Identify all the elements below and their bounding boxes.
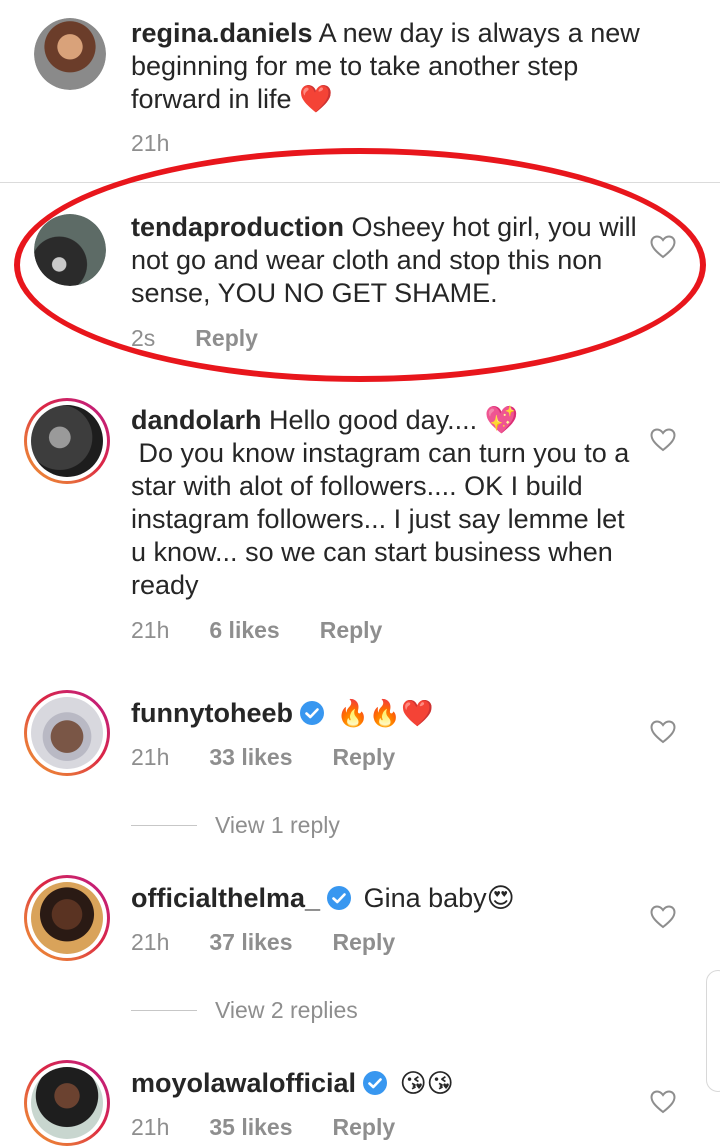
- view-replies-label[interactable]: View 1 reply: [215, 812, 340, 839]
- comment-meta: 21h 35 likes Reply: [131, 1114, 395, 1141]
- like-count[interactable]: 37 likes: [209, 929, 292, 956]
- comment-time: 21h: [131, 744, 170, 770]
- comment-meta: 21h 33 likes Reply: [131, 744, 395, 771]
- comment-username[interactable]: moyolawalofficial: [131, 1068, 356, 1098]
- comment-body: tendaproduction Osheey hot girl, you wil…: [131, 211, 641, 310]
- verified-badge-icon: [363, 1071, 388, 1095]
- view-replies-button[interactable]: View 2 replies: [131, 997, 358, 1024]
- view-replies-button[interactable]: View 1 reply: [131, 812, 340, 839]
- reply-button[interactable]: Reply: [333, 929, 396, 956]
- comment-time: 2s: [131, 325, 156, 351]
- comment-avatar[interactable]: [34, 214, 106, 286]
- comment-avatar[interactable]: [24, 398, 110, 484]
- comment-meta: 21h 37 likes Reply: [131, 929, 395, 956]
- view-replies-line: [131, 825, 197, 826]
- comment-text: Gina baby😍: [363, 883, 515, 913]
- caption-avatar[interactable]: [34, 18, 106, 90]
- view-replies-line: [131, 1010, 197, 1011]
- comment-time: 21h: [131, 1114, 170, 1140]
- like-count[interactable]: 35 likes: [209, 1114, 292, 1141]
- heart-outline-icon[interactable]: [650, 428, 676, 452]
- like-count[interactable]: 6 likes: [209, 617, 279, 644]
- comment-avatar[interactable]: [24, 690, 110, 776]
- view-replies-label[interactable]: View 2 replies: [215, 997, 358, 1024]
- comment-avatar[interactable]: [24, 875, 110, 961]
- caption-divider: [0, 182, 720, 183]
- heart-outline-icon[interactable]: [650, 720, 676, 744]
- comment-body: officialthelma_ Gina baby😍: [131, 882, 641, 915]
- comment-body: funnytoheeb 🔥🔥❤️: [131, 697, 641, 730]
- comment-username[interactable]: funnytoheeb: [131, 698, 293, 728]
- post-caption: regina.daniels A new day is always a new…: [0, 0, 720, 182]
- comment-text: 😘😘: [399, 1068, 454, 1098]
- comment-username[interactable]: dandolarh: [131, 405, 262, 435]
- comment-meta: 2s Reply: [131, 325, 258, 352]
- reply-button[interactable]: Reply: [333, 1114, 396, 1141]
- reply-button[interactable]: Reply: [333, 744, 396, 771]
- caption-username[interactable]: regina.daniels: [131, 18, 313, 48]
- like-count[interactable]: 33 likes: [209, 744, 292, 771]
- reply-button[interactable]: Reply: [195, 325, 258, 352]
- comment-body: moyolawalofficial 😘😘: [131, 1067, 641, 1100]
- comment-avatar[interactable]: [24, 1060, 110, 1146]
- comment-time: 21h: [131, 617, 170, 643]
- scroll-edge-handle[interactable]: [706, 970, 720, 1092]
- verified-badge-icon: [300, 701, 324, 725]
- comment-meta: 21h 6 likes Reply: [131, 617, 382, 644]
- caption-body: regina.daniels A new day is always a new…: [131, 17, 641, 116]
- comment-text: 🔥🔥❤️: [336, 698, 434, 728]
- caption-meta: 21h: [131, 130, 169, 157]
- comment-body: dandolarh Hello good day.... 💖 Do you kn…: [131, 404, 641, 602]
- comment-time: 21h: [131, 929, 170, 955]
- caption-time: 21h: [131, 130, 170, 156]
- heart-outline-icon[interactable]: [650, 1090, 676, 1114]
- heart-outline-icon[interactable]: [650, 235, 676, 259]
- comment-username[interactable]: tendaproduction: [131, 212, 344, 242]
- heart-outline-icon[interactable]: [650, 905, 676, 929]
- verified-badge-icon: [327, 886, 352, 910]
- comment-username[interactable]: officialthelma_: [131, 883, 320, 913]
- reply-button[interactable]: Reply: [320, 617, 383, 644]
